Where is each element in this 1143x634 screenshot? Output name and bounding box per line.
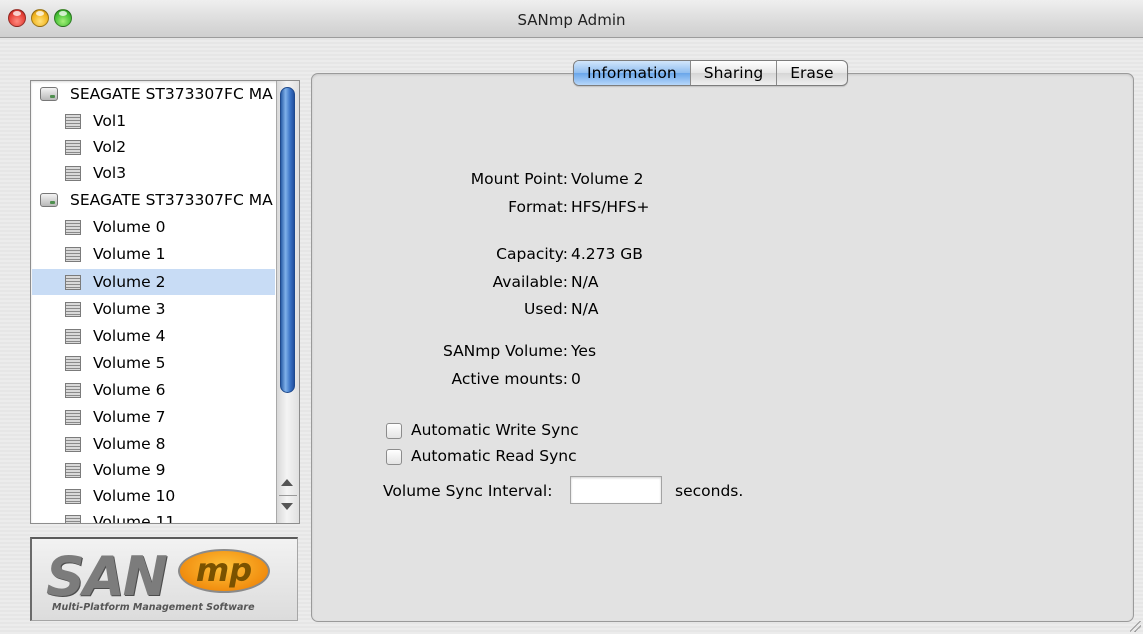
used-value: N/A bbox=[571, 300, 599, 318]
tree-item-volume[interactable]: Volume 9 bbox=[32, 457, 275, 483]
window-resize-grip-icon[interactable] bbox=[1130, 621, 1141, 632]
scroll-down-arrow-icon[interactable] bbox=[281, 503, 293, 510]
volume-icon bbox=[65, 275, 81, 290]
sync-interval-label: Volume Sync Interval: bbox=[383, 482, 553, 500]
sanmp-logo: SAN mp Multi-Platform Management Softwar… bbox=[30, 537, 298, 621]
tree-item-volume[interactable]: Volume 3 bbox=[32, 296, 275, 322]
tree-item-label: Volume 7 bbox=[93, 408, 166, 426]
mount-point-value: Volume 2 bbox=[571, 170, 644, 188]
format-label: Format: bbox=[508, 198, 568, 216]
capacity-label: Capacity: bbox=[496, 245, 568, 263]
format-value: HFS/HFS+ bbox=[571, 198, 650, 216]
active-mounts-label: Active mounts: bbox=[451, 370, 568, 388]
scroll-up-arrow-icon[interactable] bbox=[281, 479, 293, 486]
volume-icon bbox=[65, 329, 81, 344]
volume-icon bbox=[65, 515, 81, 523]
read-sync-label[interactable]: Automatic Read Sync bbox=[411, 447, 577, 465]
available-label: Available: bbox=[492, 273, 568, 291]
tree-item-label: Volume 1 bbox=[93, 245, 166, 263]
logo-wordmark-mp: mp bbox=[178, 549, 270, 593]
tree-item-volume[interactable]: Volume 1 bbox=[32, 241, 275, 267]
volume-icon bbox=[65, 302, 81, 317]
tree-item-volume[interactable]: Volume 10 bbox=[32, 483, 275, 509]
logo-wordmark-san: SAN bbox=[46, 545, 168, 608]
tab-bar: Information Sharing Erase bbox=[573, 60, 848, 86]
sanmp-volume-value: Yes bbox=[571, 342, 597, 360]
tree-item-label: Volume 6 bbox=[93, 381, 166, 399]
tab-information[interactable]: Information bbox=[574, 61, 691, 85]
tree-item-label: Volume 0 bbox=[93, 218, 166, 236]
tree-item-volume[interactable]: Volume 4 bbox=[32, 323, 275, 349]
hard-disk-icon bbox=[40, 87, 58, 101]
volume-icon bbox=[65, 114, 81, 129]
mount-point-label: Mount Point: bbox=[470, 170, 568, 188]
tree-item-label: Volume 3 bbox=[93, 300, 166, 318]
write-sync-checkbox[interactable] bbox=[386, 423, 402, 439]
used-label: Used: bbox=[523, 300, 568, 318]
available-row: Available: bbox=[380, 273, 568, 293]
tree-item-label: SEAGATE ST373307FC MA bbox=[70, 85, 273, 103]
tree-item-label: Vol2 bbox=[93, 138, 127, 156]
tree-item-volume[interactable]: Vol1 bbox=[32, 108, 275, 134]
sanmp-volume-row: SANmp Volume: bbox=[380, 342, 568, 362]
active-mounts-row: Active mounts: bbox=[380, 370, 568, 390]
app-window: SANmp Admin SEAGATE ST373307FC MA Vol1 V… bbox=[0, 0, 1143, 634]
tree-item-label: Vol1 bbox=[93, 112, 127, 130]
tree-item-volume[interactable]: Vol3 bbox=[32, 160, 275, 186]
tree-item-volume[interactable]: Volume 5 bbox=[32, 350, 275, 376]
tree-item-volume[interactable]: Volume 7 bbox=[32, 404, 275, 430]
volume-icon bbox=[65, 356, 81, 371]
tree-item-label: Volume 8 bbox=[93, 435, 166, 453]
tree-item-volume[interactable]: Volume 11 bbox=[32, 509, 275, 524]
volume-icon bbox=[65, 166, 81, 181]
tree-item-volume[interactable]: Vol2 bbox=[32, 134, 275, 160]
format-row: Format: bbox=[380, 198, 568, 218]
scroll-thumb[interactable] bbox=[280, 87, 295, 393]
volume-icon bbox=[65, 247, 81, 262]
tab-sharing[interactable]: Sharing bbox=[691, 61, 778, 85]
scroll-arrow-divider bbox=[279, 495, 297, 496]
active-mounts-value: 0 bbox=[571, 370, 581, 388]
tree-item-disk[interactable]: SEAGATE ST373307FC MA bbox=[32, 187, 275, 213]
tab-erase[interactable]: Erase bbox=[777, 61, 846, 85]
mount-point-row: Mount Point: bbox=[380, 170, 568, 190]
window-title: SANmp Admin bbox=[517, 11, 626, 29]
tree-item-volume[interactable]: Volume 0 bbox=[32, 214, 275, 240]
volume-tree-list[interactable]: SEAGATE ST373307FC MA Vol1 Vol2 Vol3 SEA… bbox=[30, 80, 300, 524]
sync-interval-input[interactable] bbox=[570, 476, 662, 504]
tree-item-disk[interactable]: SEAGATE ST373307FC MA bbox=[32, 81, 275, 107]
read-sync-checkbox[interactable] bbox=[386, 449, 402, 465]
tree-item-label: Volume 9 bbox=[93, 461, 166, 479]
title-bar[interactable]: SANmp Admin bbox=[0, 0, 1143, 38]
volume-icon bbox=[65, 140, 81, 155]
volume-icon bbox=[65, 463, 81, 478]
volume-icon bbox=[65, 437, 81, 452]
tree-item-volume[interactable]: Volume 6 bbox=[32, 377, 275, 403]
tree-item-volume[interactable]: Volume 8 bbox=[32, 431, 275, 457]
tree-item-label: SEAGATE ST373307FC MA bbox=[70, 191, 273, 209]
tree-item-label: Volume 10 bbox=[93, 487, 176, 505]
used-row: Used: bbox=[380, 300, 568, 320]
volume-icon bbox=[65, 410, 81, 425]
volume-icon bbox=[65, 489, 81, 504]
sidebar-scrollbar[interactable] bbox=[276, 81, 299, 523]
sanmp-volume-label: SANmp Volume: bbox=[442, 342, 568, 360]
write-sync-label[interactable]: Automatic Write Sync bbox=[411, 421, 579, 439]
hard-disk-icon bbox=[40, 193, 58, 207]
tree-item-volume-selected[interactable]: Volume 2 bbox=[32, 269, 275, 295]
volume-icon bbox=[65, 383, 81, 398]
logo-tagline: Multi-Platform Management Software bbox=[52, 602, 255, 613]
tree-item-label: Volume 11 bbox=[93, 513, 176, 524]
capacity-row: Capacity: bbox=[380, 245, 568, 265]
tree-item-label: Volume 5 bbox=[93, 354, 166, 372]
tree-item-label: Volume 2 bbox=[93, 273, 166, 291]
capacity-value: 4.273 GB bbox=[571, 245, 643, 263]
tree-item-label: Volume 4 bbox=[93, 327, 166, 345]
available-value: N/A bbox=[571, 273, 599, 291]
sync-interval-unit: seconds. bbox=[675, 482, 744, 500]
tree-item-label: Vol3 bbox=[93, 164, 127, 182]
volume-icon bbox=[65, 220, 81, 235]
